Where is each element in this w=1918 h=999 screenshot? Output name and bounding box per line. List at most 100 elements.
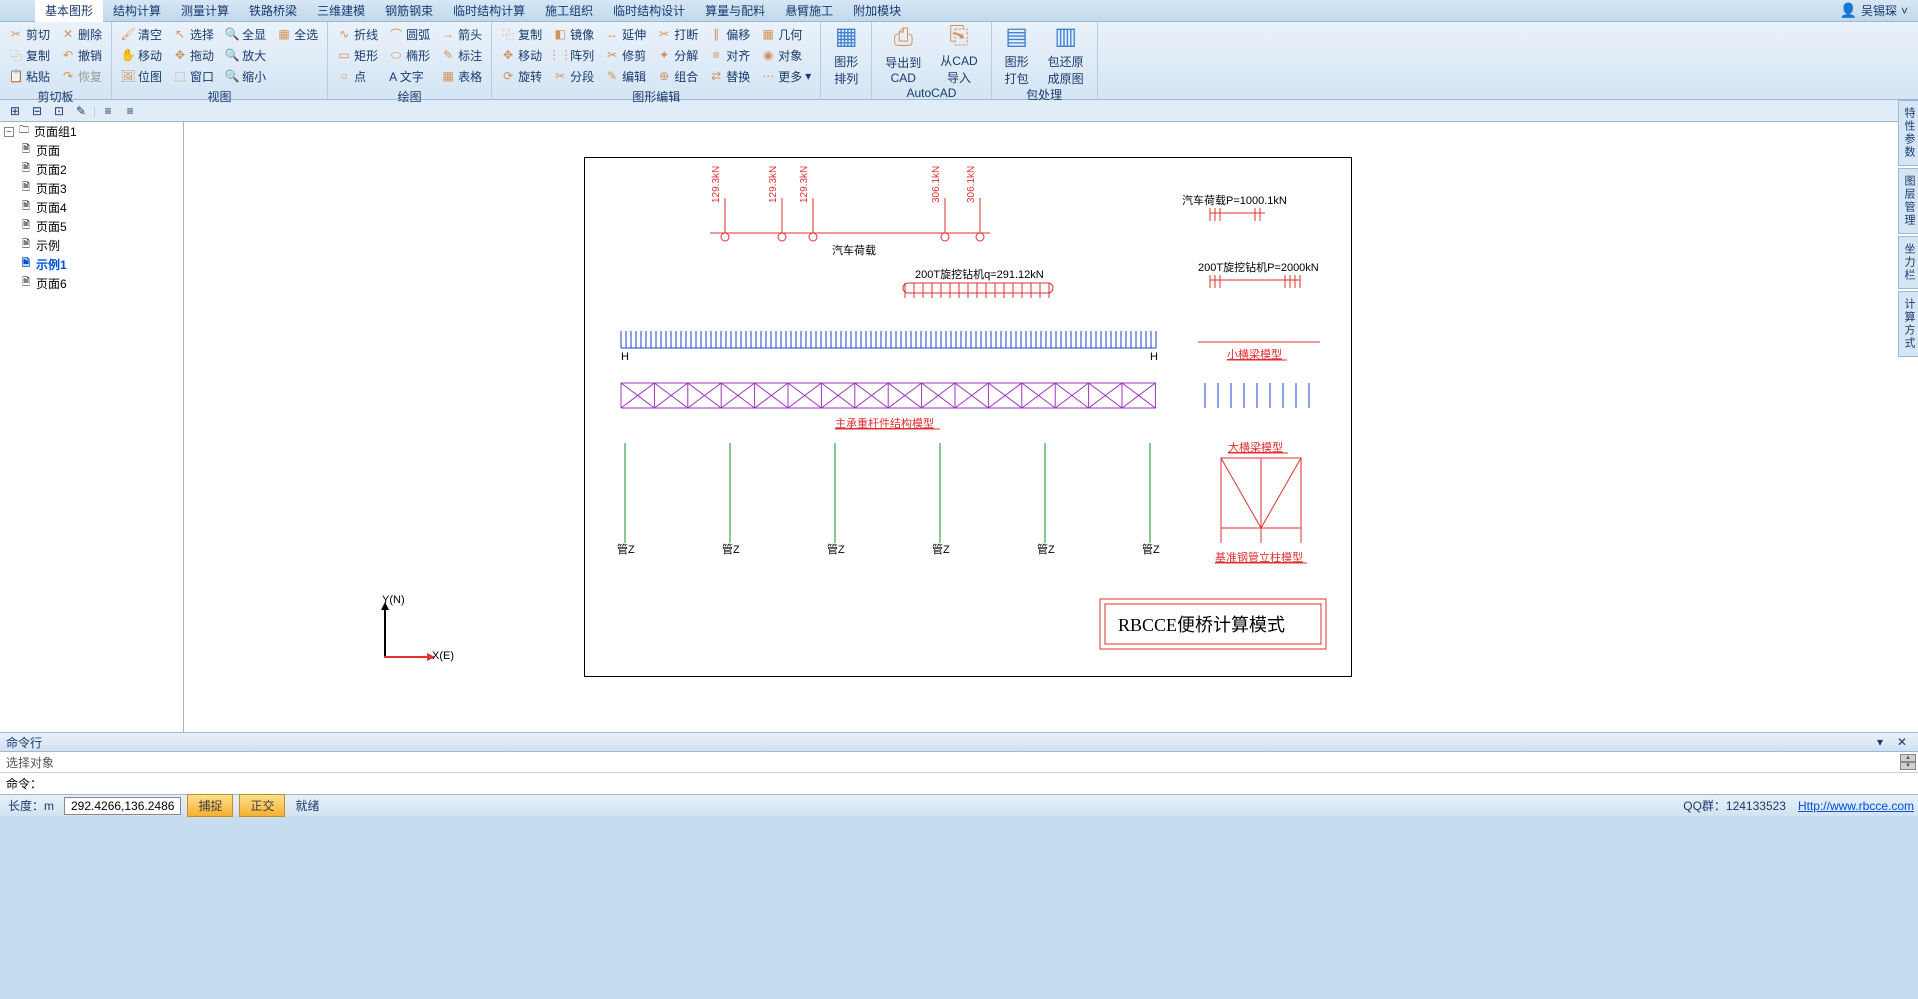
move-icon: ✥ xyxy=(173,48,187,62)
text-button[interactable]: A 文字 xyxy=(385,66,434,86)
cmd-collapse-button[interactable]: ▾ xyxy=(1870,733,1890,751)
allshow-button[interactable]: 🔍全显 xyxy=(221,24,270,44)
annot-button[interactable]: ✎标注 xyxy=(437,45,486,65)
gcopy-button[interactable]: ⿻复制 xyxy=(497,24,546,44)
grotate-button[interactable]: ⟳旋转 xyxy=(497,66,546,86)
zoomin-button[interactable]: 🔍放大 xyxy=(221,45,270,65)
tab-temp-calc[interactable]: 临时结构计算 xyxy=(443,0,535,22)
tab-cantilever[interactable]: 悬臂施工 xyxy=(775,0,843,22)
tab-temp-design[interactable]: 临时结构设计 xyxy=(603,0,695,22)
car-load-diagram: 129.3kN 129.3kN 129.3kN 306.1kN 306.1kN … xyxy=(710,166,990,257)
polyline-button[interactable]: ∿折线 xyxy=(333,24,382,44)
gcombine-button[interactable]: ⊕组合 xyxy=(653,66,702,86)
side-tab-properties[interactable]: 特性参数 xyxy=(1898,100,1918,166)
ribbon-label-cad: AutoCAD xyxy=(877,84,985,103)
gextend-button[interactable]: ↔延伸 xyxy=(601,24,650,44)
delete-page-button[interactable]: ⊟ xyxy=(27,102,47,120)
cmd-close-button[interactable]: ✕ xyxy=(1892,733,1912,751)
greplace-button[interactable]: ⇄替换 xyxy=(705,66,754,86)
chevron-down-icon: ▾ xyxy=(805,69,811,83)
galign-button[interactable]: ≡对齐 xyxy=(705,45,754,65)
tab-quantity[interactable]: 算量与配料 xyxy=(695,0,775,22)
side-tab-layers[interactable]: 图层管理 xyxy=(1898,168,1918,234)
snap-toggle[interactable]: 捕捉 xyxy=(187,794,233,817)
export-cad-button[interactable]: ⎙ 导出到 CAD xyxy=(877,24,929,84)
drawing-canvas[interactable]: Y(N) X(E) 129.3kN 129.3kN 129.3 xyxy=(184,122,1918,732)
ribbon-group-package: ▤ 图形 打包 ▥ 包还原 成原图 包处理 xyxy=(992,22,1098,99)
allselect-button[interactable]: ▦全选 xyxy=(273,24,322,44)
scroll-up-button[interactable]: ▲ xyxy=(1900,754,1916,762)
zoomout-button[interactable]: 🔍缩小 xyxy=(221,66,270,86)
tree-item-page6[interactable]: 🗎页面6 xyxy=(0,274,183,293)
scroll-down-button[interactable]: ▼ xyxy=(1900,762,1916,770)
side-tab-forces[interactable]: 坐力栏 xyxy=(1898,236,1918,289)
tab-construct[interactable]: 施工组织 xyxy=(535,0,603,22)
ortho-toggle[interactable]: 正交 xyxy=(239,794,285,817)
collapse-icon[interactable]: − xyxy=(4,127,14,137)
align-left-button[interactable]: ≡ xyxy=(98,102,118,120)
delete-button[interactable]: ✕删除 xyxy=(57,24,106,44)
cut-button[interactable]: ✂剪切 xyxy=(5,24,54,44)
gmove-button[interactable]: ✥移动 xyxy=(497,45,546,65)
tab-3d-model[interactable]: 三维建模 xyxy=(307,0,375,22)
gmirror-button[interactable]: ◧镜像 xyxy=(549,24,598,44)
tab-rail-bridge[interactable]: 铁路桥梁 xyxy=(239,0,307,22)
command-header-label: 命令行 xyxy=(6,734,42,751)
tree-item-page3[interactable]: 🗎页面3 xyxy=(0,179,183,198)
dim-button[interactable]: →箭头 xyxy=(437,24,486,44)
gsegment-button[interactable]: ✂分段 xyxy=(549,66,598,86)
ggeom-button[interactable]: ▦几何 xyxy=(757,24,815,44)
drag-button[interactable]: ✥拖动 xyxy=(169,45,218,65)
tree-item-page5[interactable]: 🗎页面5 xyxy=(0,217,183,236)
gexplode-button[interactable]: ✦分解 xyxy=(653,45,702,65)
arrange-button[interactable]: ▦ 图形 排列 xyxy=(826,24,866,84)
restore-button[interactable]: ▥ 包还原 成原图 xyxy=(1040,24,1092,84)
rect-button[interactable]: ▭矩形 xyxy=(333,45,382,65)
pack-button[interactable]: ▤ 图形 打包 xyxy=(997,24,1037,84)
copy-button[interactable]: ⿻复制 xyxy=(5,45,54,65)
gbreak-button[interactable]: ✂打断 xyxy=(653,24,702,44)
goffset-button[interactable]: ∥偏移 xyxy=(705,24,754,44)
side-tab-calc[interactable]: 计算方式 xyxy=(1898,291,1918,357)
window-button[interactable]: ⬚窗口 xyxy=(169,66,218,86)
edit-page-button[interactable]: ✎ xyxy=(71,102,91,120)
select-button[interactable]: ↖选择 xyxy=(169,24,218,44)
arc-button[interactable]: ⌒圆弧 xyxy=(385,24,434,44)
table-button[interactable]: ▦表格 xyxy=(437,66,486,86)
gtrim-button[interactable]: ✂修剪 xyxy=(601,45,650,65)
undo-button[interactable]: ↶撤销 xyxy=(57,45,106,65)
tree-item-page4[interactable]: 🗎页面4 xyxy=(0,198,183,217)
ribbon-label-package: 包处理 xyxy=(997,84,1092,106)
zoom-out-icon: 🔍 xyxy=(225,69,239,83)
tab-rebar[interactable]: 钢筋钢束 xyxy=(375,0,443,22)
pan-button[interactable]: ✋移动 xyxy=(117,45,166,65)
move-icon: ✥ xyxy=(501,48,515,62)
ellipse-button[interactable]: ⬭椭形 xyxy=(385,45,434,65)
paste-button[interactable]: 📋粘贴 xyxy=(5,66,54,86)
gobject-button[interactable]: ◉对象 xyxy=(757,45,815,65)
tree-expand-button[interactable]: ⊡ xyxy=(49,102,69,120)
align-center-button[interactable]: ≡ xyxy=(120,102,140,120)
bitmap-button[interactable]: 🖼位图 xyxy=(117,66,166,86)
gedit-button[interactable]: ✎编辑 xyxy=(601,66,650,86)
user-area[interactable]: 👤 吴锡琛 ˅ xyxy=(1840,2,1908,19)
point-button[interactable]: ○点 xyxy=(333,66,382,86)
tree-item-page[interactable]: 🗎页面 xyxy=(0,141,183,160)
axis-x-label: X(E) xyxy=(432,650,454,662)
tree-root[interactable]: − 🗀 页面组1 xyxy=(0,122,183,141)
tree-item-example[interactable]: 🗎示例 xyxy=(0,236,183,255)
import-cad-button[interactable]: ⎘ 从CAD 导入 xyxy=(932,24,985,84)
tree-item-example1[interactable]: 🗎示例1 xyxy=(0,255,183,274)
tab-struct-calc[interactable]: 结构计算 xyxy=(103,0,171,22)
ribbon-group-view: 🖌清空 ✋移动 🖼位图 ↖选择 ✥拖动 ⬚窗口 🔍全显 🔍放大 🔍缩小 ▦全选 … xyxy=(112,22,328,99)
tree-item-page2[interactable]: 🗎页面2 xyxy=(0,160,183,179)
new-page-button[interactable]: ⊞ xyxy=(5,102,25,120)
tab-basic-shape[interactable]: 基本图形 xyxy=(35,0,103,22)
tab-addon[interactable]: 附加模块 xyxy=(843,0,911,22)
command-input-row[interactable]: 命令： xyxy=(0,772,1918,794)
website-link[interactable]: Http://www.rbcce.com xyxy=(1798,799,1914,813)
gmore-button[interactable]: ⋯更多 ▾ xyxy=(757,66,815,86)
garray-button[interactable]: ⋮⋮阵列 xyxy=(549,45,598,65)
clear-button[interactable]: 🖌清空 xyxy=(117,24,166,44)
tab-survey-calc[interactable]: 测量计算 xyxy=(171,0,239,22)
